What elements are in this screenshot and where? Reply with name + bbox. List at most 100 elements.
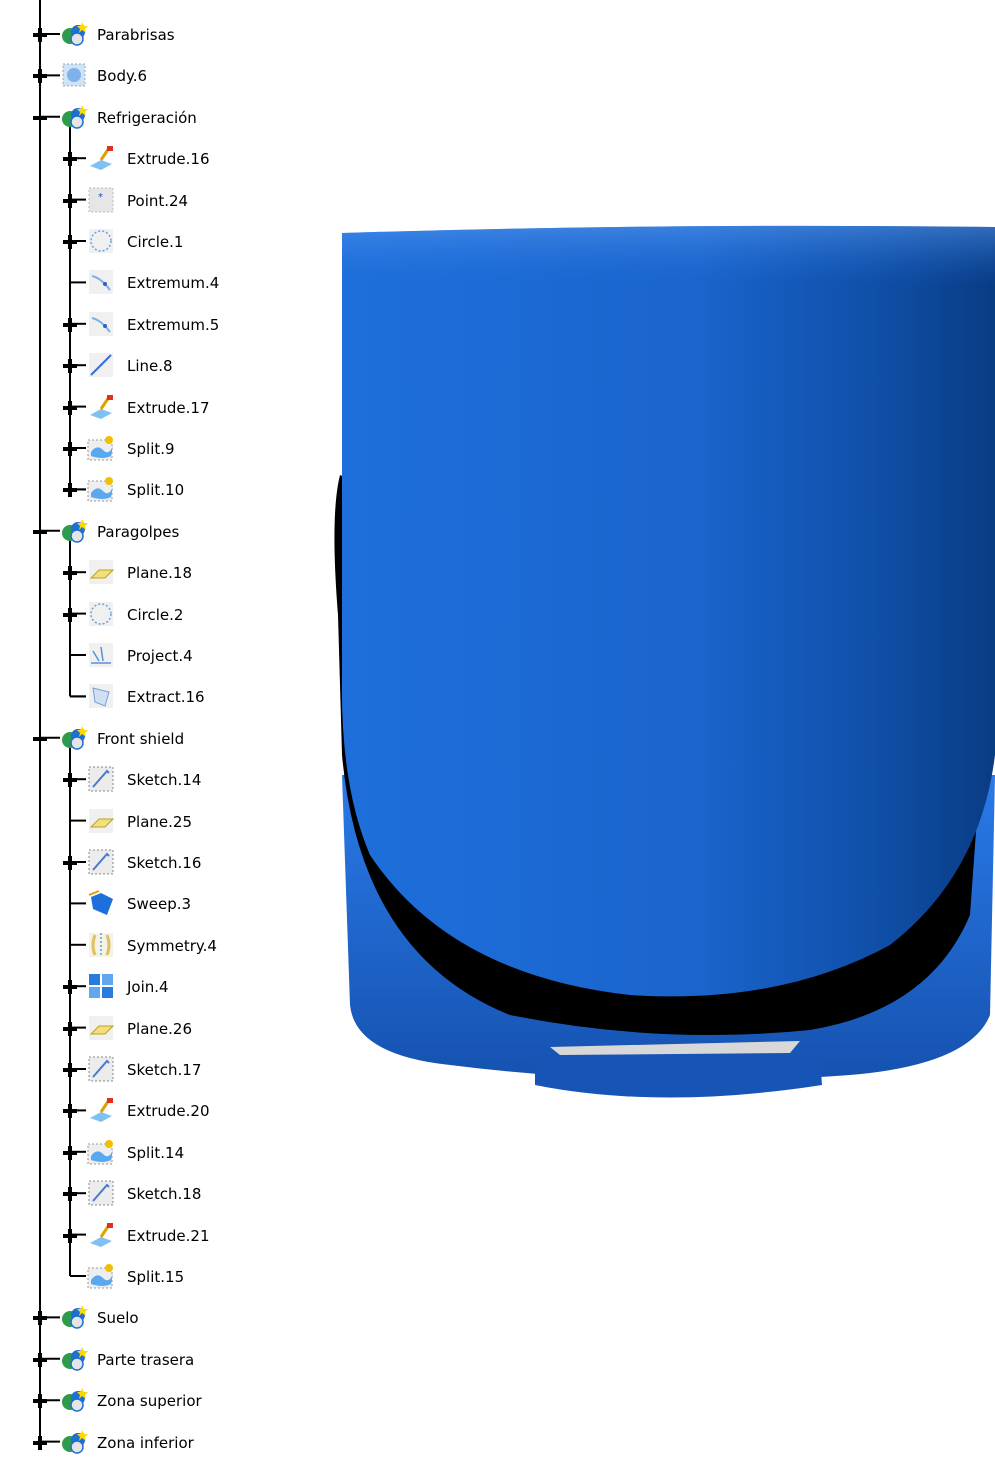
- expand-plus-icon[interactable]: [63, 441, 77, 456]
- tree-node[interactable]: Split.15: [0, 1261, 300, 1291]
- 3d-viewport[interactable]: [330, 215, 995, 1115]
- tree-node-label: Extremum.4: [127, 274, 220, 293]
- expand-plus-icon[interactable]: [63, 1186, 77, 1202]
- tree-node[interactable]: Sketch.17: [0, 1054, 300, 1084]
- expand-plus-icon[interactable]: [63, 482, 77, 498]
- tree-node[interactable]: Sketch.16: [0, 847, 300, 877]
- tree-node[interactable]: Split.10: [0, 474, 300, 504]
- expand-plus-icon[interactable]: [63, 1145, 77, 1160]
- tree-node-label: Zona inferior: [97, 1433, 194, 1452]
- line-icon: [87, 351, 115, 379]
- expand-plus-icon[interactable]: [63, 979, 77, 995]
- expand-plus-icon[interactable]: [33, 1352, 47, 1367]
- collapse-minus-icon[interactable]: [33, 524, 47, 538]
- tree-node[interactable]: Suelo: [0, 1302, 300, 1332]
- expand-plus-icon[interactable]: [63, 607, 77, 622]
- tree-node[interactable]: Extremum.4: [0, 267, 300, 297]
- expand-plus-icon[interactable]: [63, 193, 77, 208]
- geometrical-set-icon: [60, 1428, 88, 1456]
- tree-node[interactable]: Sweep.3: [0, 888, 300, 918]
- expand-plus-icon[interactable]: [63, 1103, 77, 1119]
- extremum-icon: [87, 310, 115, 338]
- tree-node[interactable]: Circle.1: [0, 226, 300, 256]
- tree-node-label: Extrude.20: [127, 1102, 210, 1121]
- tree-node-label: Split.15: [127, 1268, 185, 1286]
- tree-node[interactable]: Extrude.20: [0, 1095, 300, 1125]
- tree-node[interactable]: Body.6: [0, 60, 300, 90]
- tree-node[interactable]: Sketch.14: [0, 764, 300, 794]
- tree-node[interactable]: Zona inferior: [0, 1427, 300, 1457]
- extrude-icon: [87, 1096, 115, 1124]
- front-shield-3d-model[interactable]: [330, 215, 995, 1115]
- tree-node[interactable]: Refrigeración: [0, 102, 300, 132]
- hood-top-highlight: [342, 225, 995, 285]
- tree-node[interactable]: Plane.25: [0, 806, 300, 836]
- tree-node[interactable]: Plane.26: [0, 1013, 300, 1043]
- tree-node[interactable]: Plane.18: [0, 557, 300, 587]
- extrude-icon: [87, 1221, 115, 1249]
- tree-node[interactable]: Parabrisas: [0, 19, 300, 49]
- tree-node[interactable]: Extrude.16: [0, 143, 300, 173]
- expand-plus-icon[interactable]: [63, 565, 77, 581]
- expand-plus-icon[interactable]: [63, 1228, 77, 1243]
- tree-node[interactable]: Line.8: [0, 350, 300, 380]
- expand-plus-icon[interactable]: [33, 1435, 47, 1450]
- plane-icon: [87, 807, 115, 835]
- expand-plus-icon[interactable]: [63, 358, 77, 374]
- tree-node[interactable]: Extrude.17: [0, 392, 300, 422]
- tree-node[interactable]: Parte trasera: [0, 1344, 300, 1374]
- hood-body: [341, 225, 995, 997]
- expand-plus-icon[interactable]: [33, 68, 47, 84]
- tree-node-label: Parabrisas: [97, 26, 175, 44]
- expand-plus-icon[interactable]: [33, 1310, 47, 1326]
- tree-node-label: Sketch.16: [127, 854, 202, 872]
- split-icon: [87, 434, 115, 462]
- expand-plus-icon[interactable]: [33, 1393, 47, 1409]
- tree-node[interactable]: Project.4: [0, 640, 300, 670]
- tree-node-label: Project.4: [127, 647, 193, 665]
- tree-node[interactable]: Split.14: [0, 1137, 300, 1167]
- expand-plus-icon[interactable]: [63, 772, 77, 788]
- expand-plus-icon[interactable]: [63, 151, 77, 167]
- expand-plus-icon[interactable]: [63, 234, 77, 249]
- tree-node[interactable]: Extremum.5: [0, 309, 300, 339]
- collapse-minus-icon[interactable]: [33, 110, 47, 124]
- tree-node[interactable]: Symmetry.4: [0, 930, 300, 960]
- sketch-icon: [87, 1055, 115, 1083]
- expand-plus-icon[interactable]: [63, 1062, 77, 1077]
- expand-plus-icon[interactable]: [63, 1021, 77, 1036]
- tree-node-label: Circle.1: [127, 233, 184, 251]
- tree-node-label: Split.14: [127, 1143, 185, 1162]
- expand-plus-icon[interactable]: [33, 27, 47, 42]
- tree-node[interactable]: Paragolpes: [0, 516, 300, 546]
- tree-node[interactable]: Extract.16: [0, 681, 300, 711]
- tree-node[interactable]: Join.4: [0, 971, 300, 1001]
- geometrical-set-icon: [60, 20, 88, 48]
- extrude-icon: [87, 393, 115, 421]
- circle-icon: [87, 600, 115, 628]
- tree-node[interactable]: * Point.24: [0, 185, 300, 215]
- tree-node[interactable]: Sketch.18: [0, 1178, 300, 1208]
- expand-plus-icon[interactable]: [63, 400, 77, 415]
- tree-node-label: Line.8: [127, 357, 173, 376]
- expand-plus-icon[interactable]: [63, 855, 77, 870]
- expand-plus-icon[interactable]: [63, 317, 77, 332]
- point-icon: *: [87, 186, 115, 214]
- tree-node[interactable]: Extrude.21: [0, 1220, 300, 1250]
- tree-node-label: Plane.18: [127, 564, 192, 583]
- plane-icon: [87, 558, 115, 586]
- tree-node-label: Extrude.21: [127, 1226, 210, 1245]
- tree-node[interactable]: Zona superior: [0, 1385, 300, 1415]
- tree-node-label: Parte trasera: [97, 1350, 195, 1369]
- tree-node-label: Plane.26: [127, 1019, 192, 1038]
- tree-node[interactable]: Split.9: [0, 433, 300, 463]
- svg-text:*: *: [98, 192, 103, 203]
- collapse-minus-icon[interactable]: [33, 731, 47, 745]
- tree-node-label: Suelo: [97, 1309, 139, 1328]
- plane-icon: [87, 1014, 115, 1042]
- sketch-icon: [87, 765, 115, 793]
- sketch-icon: [87, 848, 115, 876]
- tree-node-label: Split.9: [127, 440, 175, 458]
- tree-node[interactable]: Front shield: [0, 723, 300, 753]
- tree-node[interactable]: Circle.2: [0, 599, 300, 629]
